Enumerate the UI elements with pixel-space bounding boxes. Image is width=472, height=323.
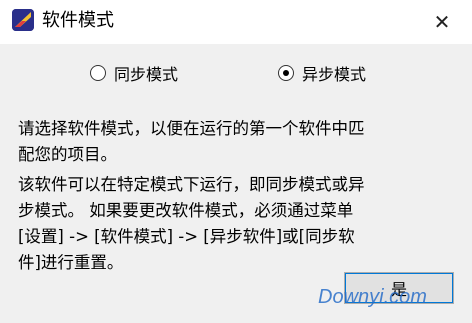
radio-button-sync[interactable] [90, 65, 106, 81]
radio-button-async[interactable] [278, 65, 294, 81]
instruction-text: 请选择软件模式，以便在运行的第一个软件中匹 配您的项目。 [18, 116, 458, 168]
instruction-line-1: 请选择软件模式，以便在运行的第一个软件中匹 [18, 119, 365, 138]
radio-async-mode[interactable]: 异步模式 [278, 60, 366, 86]
watermark: Downyi.com [318, 286, 427, 308]
explanation-text: 该软件可以在特定模式下运行，即同步模式或异 步模式。 如果要更改软件模式，必须通… [18, 172, 458, 276]
instruction-line-2: 配您的项目。 [18, 145, 117, 164]
close-icon: ✕ [433, 10, 451, 34]
explanation-line-3: [设置] -> [软件模式] -> [异步软件]或[同步软 [18, 227, 355, 246]
explanation-line-2: 步模式。 如果要更改软件模式，必须通过菜单 [18, 201, 354, 220]
close-button[interactable]: ✕ [430, 10, 454, 34]
radio-sync-mode[interactable]: 同步模式 [90, 60, 178, 86]
app-logo-icon [12, 9, 34, 31]
radio-label-async: 异步模式 [302, 65, 367, 84]
title-bar: 软件模式 ✕ [0, 0, 472, 44]
explanation-line-1: 该软件可以在特定模式下运行，即同步模式或异 [18, 175, 365, 194]
window-title: 软件模式 [42, 10, 114, 31]
radio-label-sync: 同步模式 [114, 65, 179, 84]
